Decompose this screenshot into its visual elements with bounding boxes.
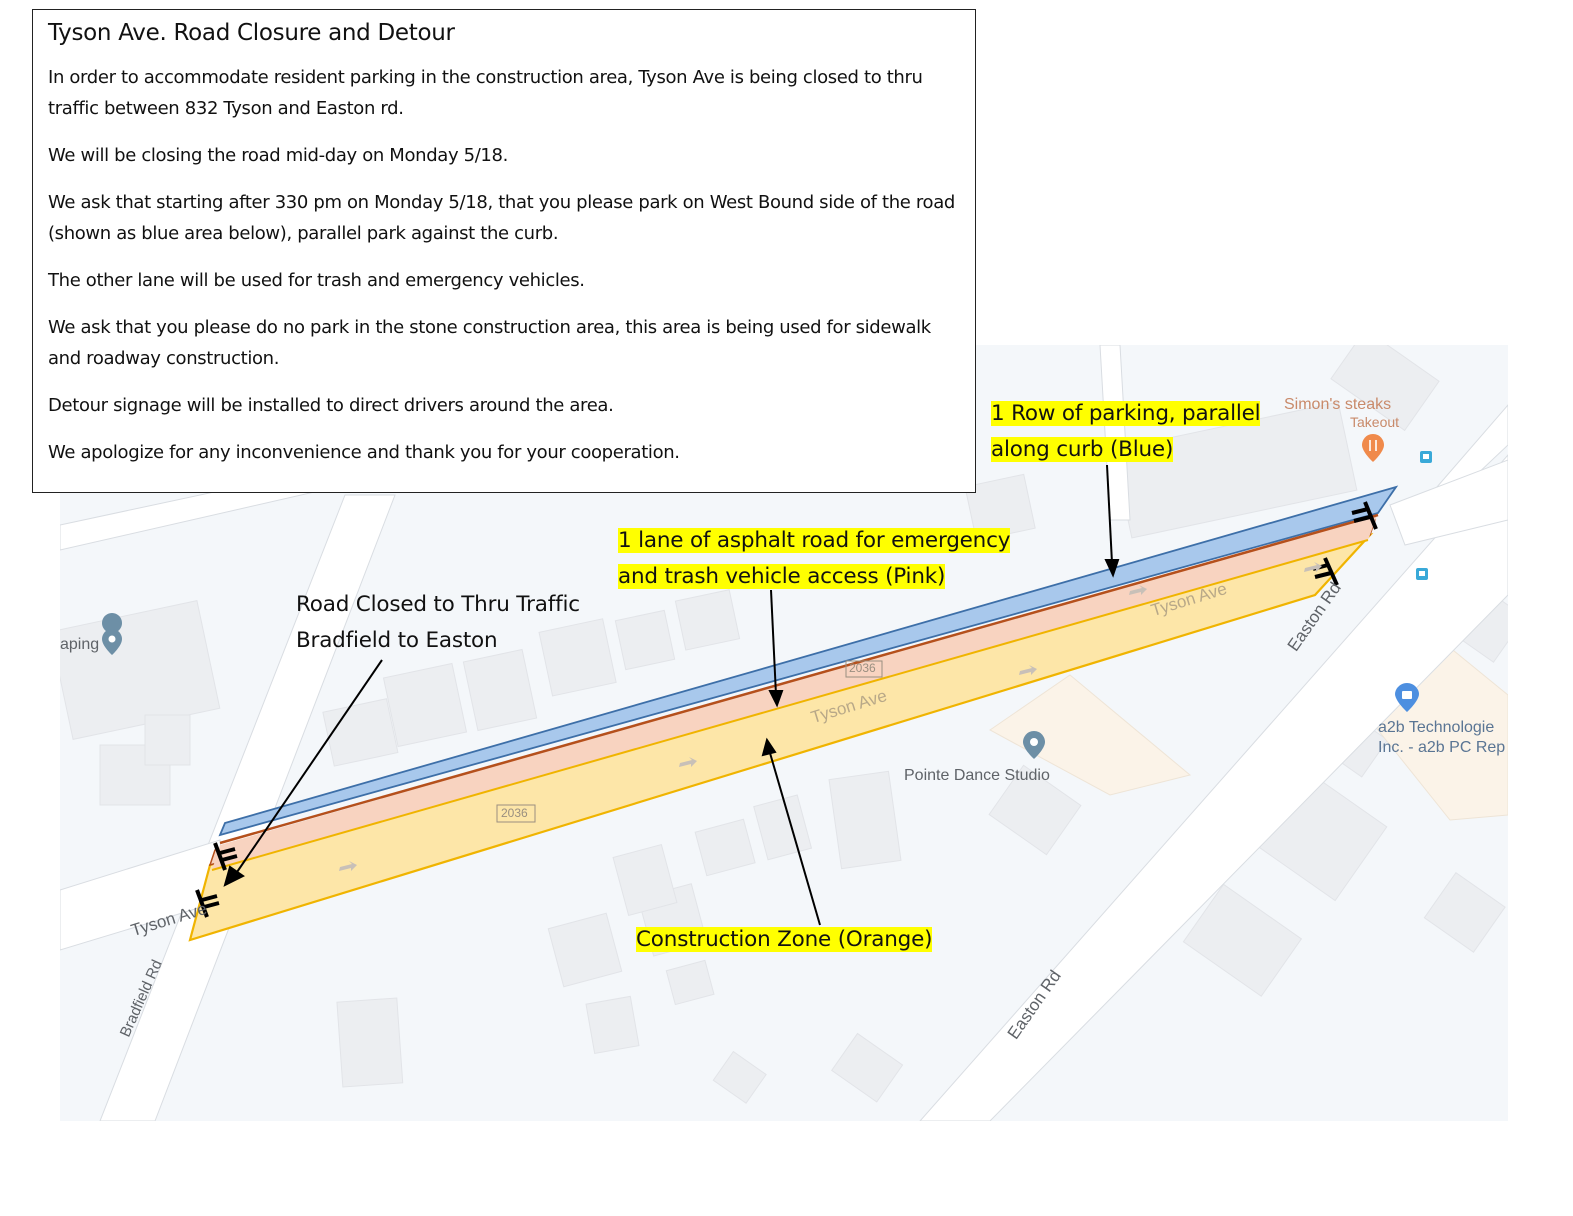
building: [665, 959, 715, 1006]
building: [547, 912, 623, 988]
notice-paragraph: We will be closing the road mid-day on M…: [48, 145, 509, 166]
building: [1423, 871, 1506, 953]
callout-construction-line1: Construction Zone (Orange): [636, 927, 933, 952]
callout-emergency-line1: 1 lane of asphalt road for emergency: [618, 528, 1011, 553]
callout-emergency-lane: 1 lane of asphalt road for emergency and…: [618, 523, 1010, 595]
notice-paragraph: In order to accommodate resident parking…: [48, 67, 923, 119]
building: [462, 648, 538, 732]
notice-paragraph: We ask that starting after 330 pm on Mon…: [48, 192, 955, 244]
place-sublabel-takeout: Takeout: [1350, 414, 1400, 430]
callout-parking-line1: 1 Row of parking, parallel: [991, 401, 1261, 426]
restaurant-pin-icon: [1362, 434, 1384, 462]
callout-road-closed: Road Closed to Thru Traffic Bradfield to…: [296, 587, 580, 659]
route-shield-label: 2036: [849, 661, 876, 675]
callout-emergency-line2: and trash vehicle access (Pink): [618, 564, 946, 589]
building: [382, 662, 468, 748]
place-label-a2b-line2[interactable]: Inc. - a2b PC Rep: [1378, 739, 1505, 757]
place-label-landscaping[interactable]: aping: [60, 636, 99, 654]
place-label-pointe-dance-studio[interactable]: Pointe Dance Studio: [904, 767, 1050, 785]
building: [612, 843, 678, 917]
building: [144, 714, 191, 766]
building: [694, 818, 756, 877]
place-label-a2b-line1[interactable]: a2b Technologie: [1378, 719, 1494, 737]
notice-paragraph: The other lane will be used for trash an…: [48, 270, 585, 291]
callout-parking-line2: along curb (Blue): [991, 437, 1174, 462]
route-shield-label: 2036: [501, 806, 528, 820]
notice-paragraph: Detour signage will be installed to dire…: [48, 395, 614, 416]
notice-title: Tyson Ave. Road Closure and Detour: [48, 20, 455, 46]
callout-parking: 1 Row of parking, parallel along curb (B…: [991, 396, 1261, 468]
place-label-simons-steaks[interactable]: Simon's steaks: [1284, 396, 1391, 414]
bus-stop-icon: [1416, 568, 1428, 580]
building: [830, 1032, 904, 1103]
building: [322, 698, 399, 767]
building: [60, 600, 221, 740]
building: [828, 770, 902, 870]
building: [336, 997, 404, 1088]
notice-paragraph: We ask that you please do no park in the…: [48, 317, 931, 369]
callout-construction: Construction Zone (Orange): [636, 922, 933, 958]
callout-road-closed-line1: Road Closed to Thru Traffic: [296, 592, 580, 617]
building: [712, 1050, 767, 1104]
bus-stop-icon: [1420, 451, 1432, 463]
notice-paragraph: We apologize for any inconvenience and t…: [48, 442, 680, 463]
building: [585, 995, 640, 1055]
callout-road-closed-line2: Bradfield to Easton: [296, 628, 498, 653]
building: [614, 609, 676, 671]
building: [674, 589, 741, 651]
building: [753, 794, 813, 861]
notice-box: Tyson Ave. Road Closure and Detour In or…: [32, 9, 976, 493]
